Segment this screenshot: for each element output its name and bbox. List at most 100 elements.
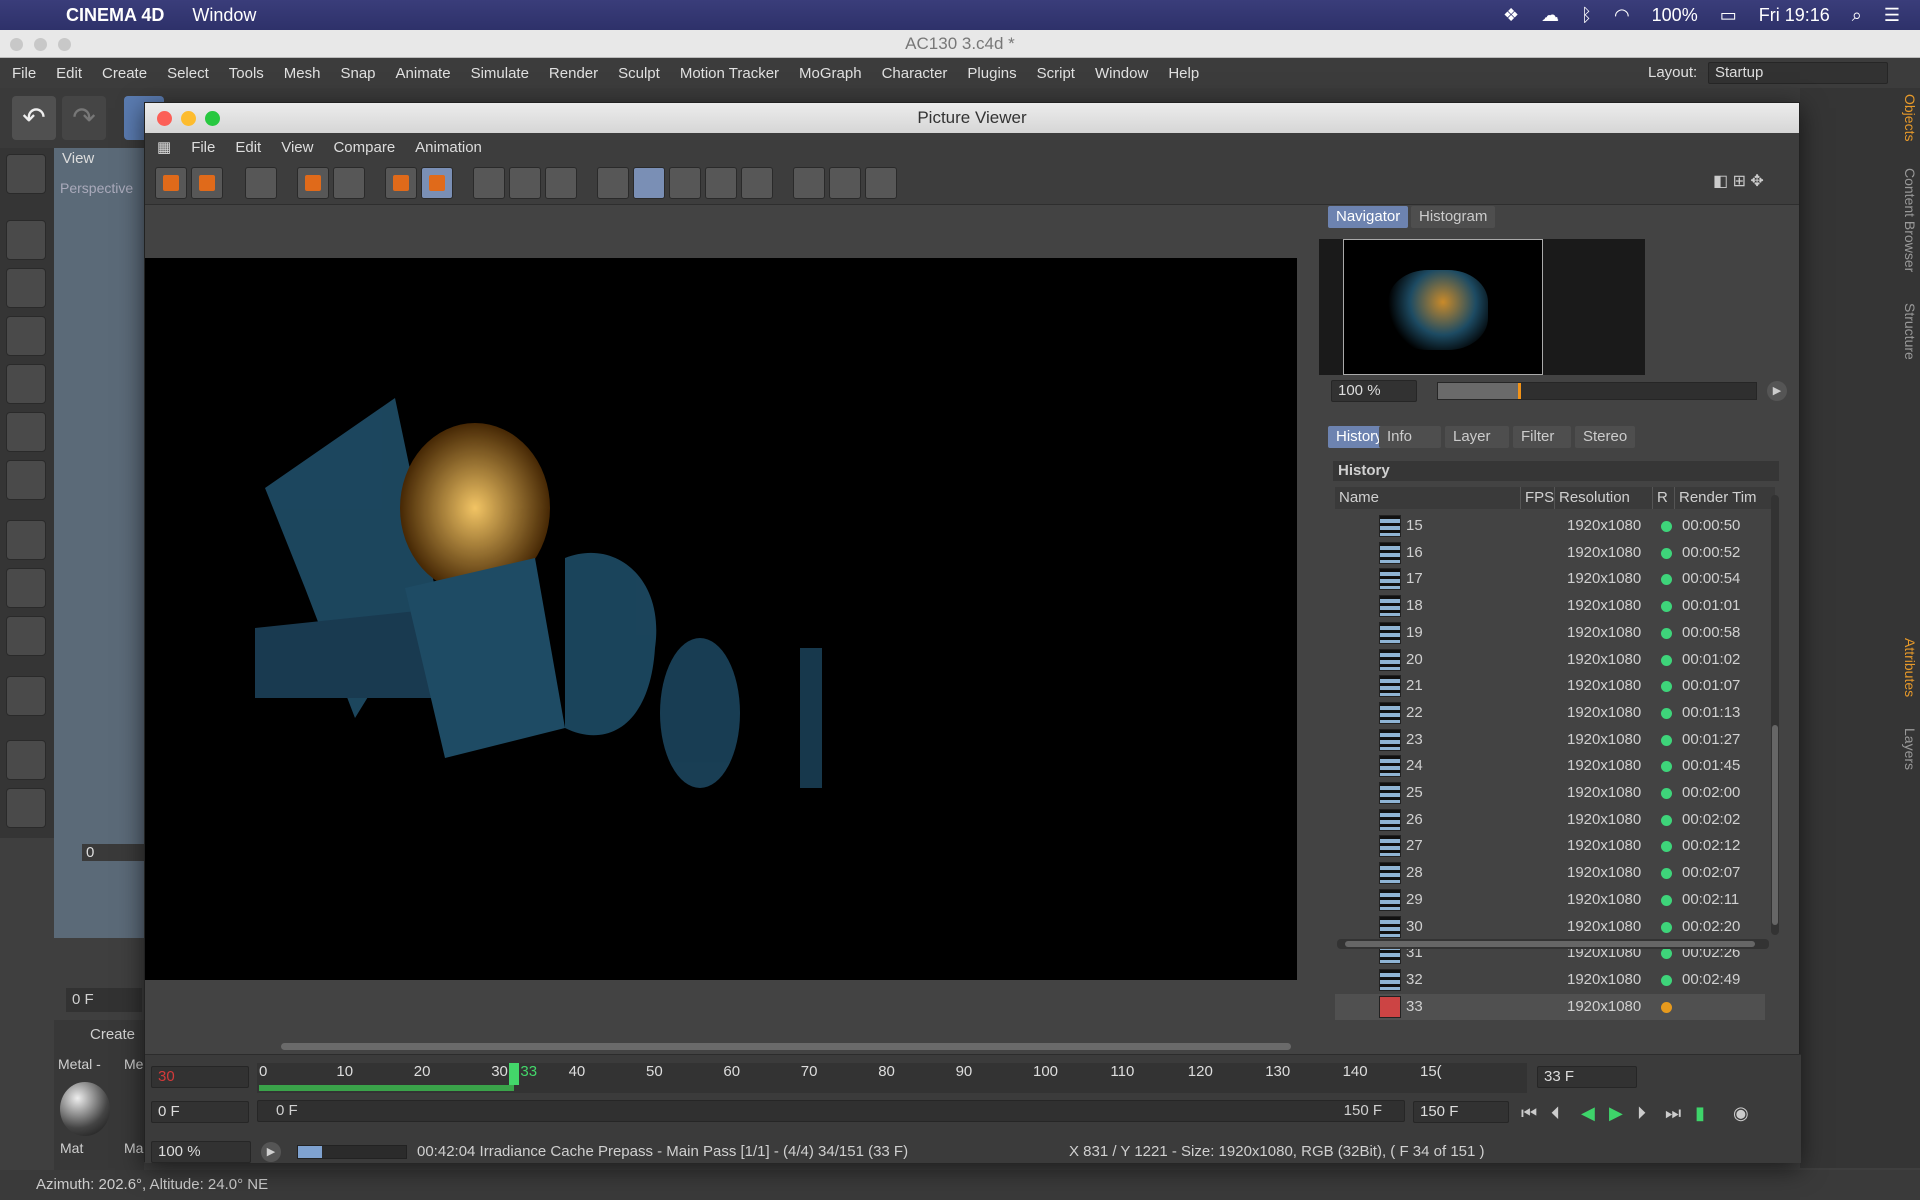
undo-icon[interactable]: ↶ [12, 96, 56, 140]
history-row[interactable]: 30 1920x1080 00:02:20 [1335, 914, 1765, 940]
pv-menu-file[interactable]: File [191, 139, 215, 156]
menu-script[interactable]: Script [1037, 65, 1075, 82]
go-to-end-icon[interactable]: ⏭ [1665, 1103, 1681, 1124]
history-row[interactable]: 23 1920x1080 00:01:27 [1335, 727, 1765, 753]
region-render-icon[interactable] [509, 167, 541, 199]
notification-center-icon[interactable]: ☰ [1884, 5, 1900, 26]
status-play-icon[interactable]: ▶ [261, 1142, 281, 1162]
material-tab-metal[interactable]: Metal - [58, 1056, 101, 1072]
history-row[interactable]: 33 1920x1080 [1335, 993, 1765, 1020]
tab-info[interactable]: Info [1379, 426, 1441, 448]
add-to-history-icon[interactable] [297, 167, 329, 199]
set-a-icon[interactable] [705, 167, 737, 199]
canvas-horizontal-scrollbar[interactable] [151, 1039, 1297, 1053]
navigator-play-icon[interactable]: ▶ [1767, 381, 1787, 401]
snap-magnet-icon[interactable] [6, 676, 46, 716]
history-row[interactable]: 20 1920x1080 00:01:02 [1335, 647, 1765, 673]
history-row[interactable]: 15 1920x1080 00:00:50 [1335, 513, 1765, 539]
col-render-time[interactable]: Render Tim [1675, 487, 1771, 509]
window-menu[interactable]: Window [192, 5, 256, 26]
history-row[interactable]: 17 1920x1080 00:00:54 [1335, 566, 1765, 592]
history-row[interactable]: 28 1920x1080 00:02:07 [1335, 860, 1765, 886]
editor-viewport[interactable]: View Perspective 0 0 F [54, 148, 162, 1012]
dock-tab-layers[interactable]: Layers [1896, 728, 1918, 828]
render-canvas[interactable] [145, 258, 1297, 980]
history-horizontal-scrollbar[interactable] [1337, 939, 1769, 949]
viewport-frame-field[interactable]: 0 F [66, 988, 142, 1012]
history-row[interactable]: 29 1920x1080 00:02:11 [1335, 887, 1765, 913]
history-vertical-scrollbar[interactable] [1771, 495, 1779, 935]
tab-filter[interactable]: Filter [1513, 426, 1571, 448]
timeline-end-frame-field[interactable]: 150 F [1413, 1101, 1509, 1123]
axis-mode-icon[interactable] [6, 520, 46, 560]
stereo-right-icon[interactable] [829, 167, 861, 199]
timeline-frame-field[interactable]: 0 F [151, 1101, 249, 1123]
menu-tools[interactable]: Tools [229, 65, 264, 82]
ab-swap-icon[interactable] [669, 167, 701, 199]
tab-histogram[interactable]: Histogram [1411, 206, 1496, 228]
col-fps[interactable]: FPS [1521, 487, 1555, 509]
menu-character[interactable]: Character [882, 65, 948, 82]
pv-minimize-button[interactable] [181, 111, 196, 126]
user-profile-icon[interactable] [333, 167, 365, 199]
stop-render-icon[interactable] [545, 167, 577, 199]
menu-create[interactable]: Create [102, 65, 147, 82]
set-b-icon[interactable] [741, 167, 773, 199]
app-name-menu[interactable]: CINEMA 4D [66, 5, 164, 26]
menu-select[interactable]: Select [167, 65, 209, 82]
menu-simulate[interactable]: Simulate [471, 65, 529, 82]
history-row[interactable]: 25 1920x1080 00:02:00 [1335, 780, 1765, 806]
go-to-start-icon[interactable]: ⏮ [1521, 1103, 1537, 1124]
redo-icon[interactable]: ↷ [62, 96, 106, 140]
menu-help[interactable]: Help [1168, 65, 1199, 82]
pv-menu-view[interactable]: View [281, 139, 313, 156]
ab-compare-icon[interactable] [597, 167, 629, 199]
window-close-button[interactable] [10, 38, 23, 51]
navigator-thumbnail[interactable] [1343, 239, 1543, 375]
menu-snap[interactable]: Snap [340, 65, 375, 82]
play-backward-icon[interactable]: ◀ [1581, 1103, 1595, 1124]
ab-split-icon[interactable] [633, 167, 665, 199]
pv-layout-icons[interactable]: ◧ ⊞ ✥ [1713, 171, 1793, 191]
planar-workplane-icon[interactable] [6, 788, 46, 828]
material-preview-sphere[interactable] [60, 1082, 110, 1136]
history-row[interactable]: 19 1920x1080 00:00:58 [1335, 620, 1765, 646]
tab-stereo[interactable]: Stereo [1575, 426, 1635, 448]
history-row[interactable]: 24 1920x1080 00:01:45 [1335, 753, 1765, 779]
clapper-icon[interactable] [245, 167, 277, 199]
texture-mode-icon[interactable] [6, 268, 46, 308]
copy-image-icon[interactable] [421, 167, 453, 199]
points-mode-icon[interactable] [6, 364, 46, 404]
timeline-start-field[interactable]: 30 [151, 1066, 249, 1088]
window-zoom-button[interactable] [58, 38, 71, 51]
material-label-1[interactable]: Mat [60, 1140, 83, 1156]
pv-close-button[interactable] [157, 111, 172, 126]
battery-icon[interactable]: ▭ [1720, 5, 1737, 26]
timeline-ruler[interactable]: 0 10 20 30 33 40 50 60 70 80 90 100 110 120 130 140 15( [257, 1063, 1527, 1093]
navigator-zoom-slider[interactable] [1437, 382, 1757, 400]
wifi-icon[interactable]: ◠ [1614, 5, 1630, 26]
menu-motion-tracker[interactable]: Motion Tracker [680, 65, 779, 82]
menu-plugins[interactable]: Plugins [967, 65, 1016, 82]
status-zoom-field[interactable]: 100 % [151, 1141, 251, 1163]
material-label-2[interactable]: Ma [124, 1140, 143, 1156]
object-mode-icon[interactable] [6, 220, 46, 260]
navigator-zoom-field[interactable]: 100 % [1331, 380, 1417, 402]
edges-mode-icon[interactable] [6, 412, 46, 452]
tweak-mode-icon[interactable] [6, 568, 46, 608]
menu-render[interactable]: Render [549, 65, 598, 82]
pv-menu-edit[interactable]: Edit [235, 139, 261, 156]
model-mode-icon[interactable] [6, 154, 46, 194]
show-region-icon[interactable] [473, 167, 505, 199]
stereo-left-icon[interactable] [793, 167, 825, 199]
col-render-status[interactable]: R [1653, 487, 1675, 509]
history-row[interactable]: 22 1920x1080 00:01:13 [1335, 700, 1765, 726]
timeline-range-slider[interactable]: 0 F 150 F [257, 1100, 1405, 1122]
timeline-playhead[interactable] [509, 1063, 520, 1085]
col-name[interactable]: Name [1335, 487, 1521, 509]
window-minimize-button[interactable] [34, 38, 47, 51]
menu-mograph[interactable]: MoGraph [799, 65, 862, 82]
bluetooth-icon[interactable]: ᛒ [1581, 5, 1592, 26]
history-row[interactable]: 18 1920x1080 00:01:01 [1335, 593, 1765, 619]
menu-animate[interactable]: Animate [396, 65, 451, 82]
